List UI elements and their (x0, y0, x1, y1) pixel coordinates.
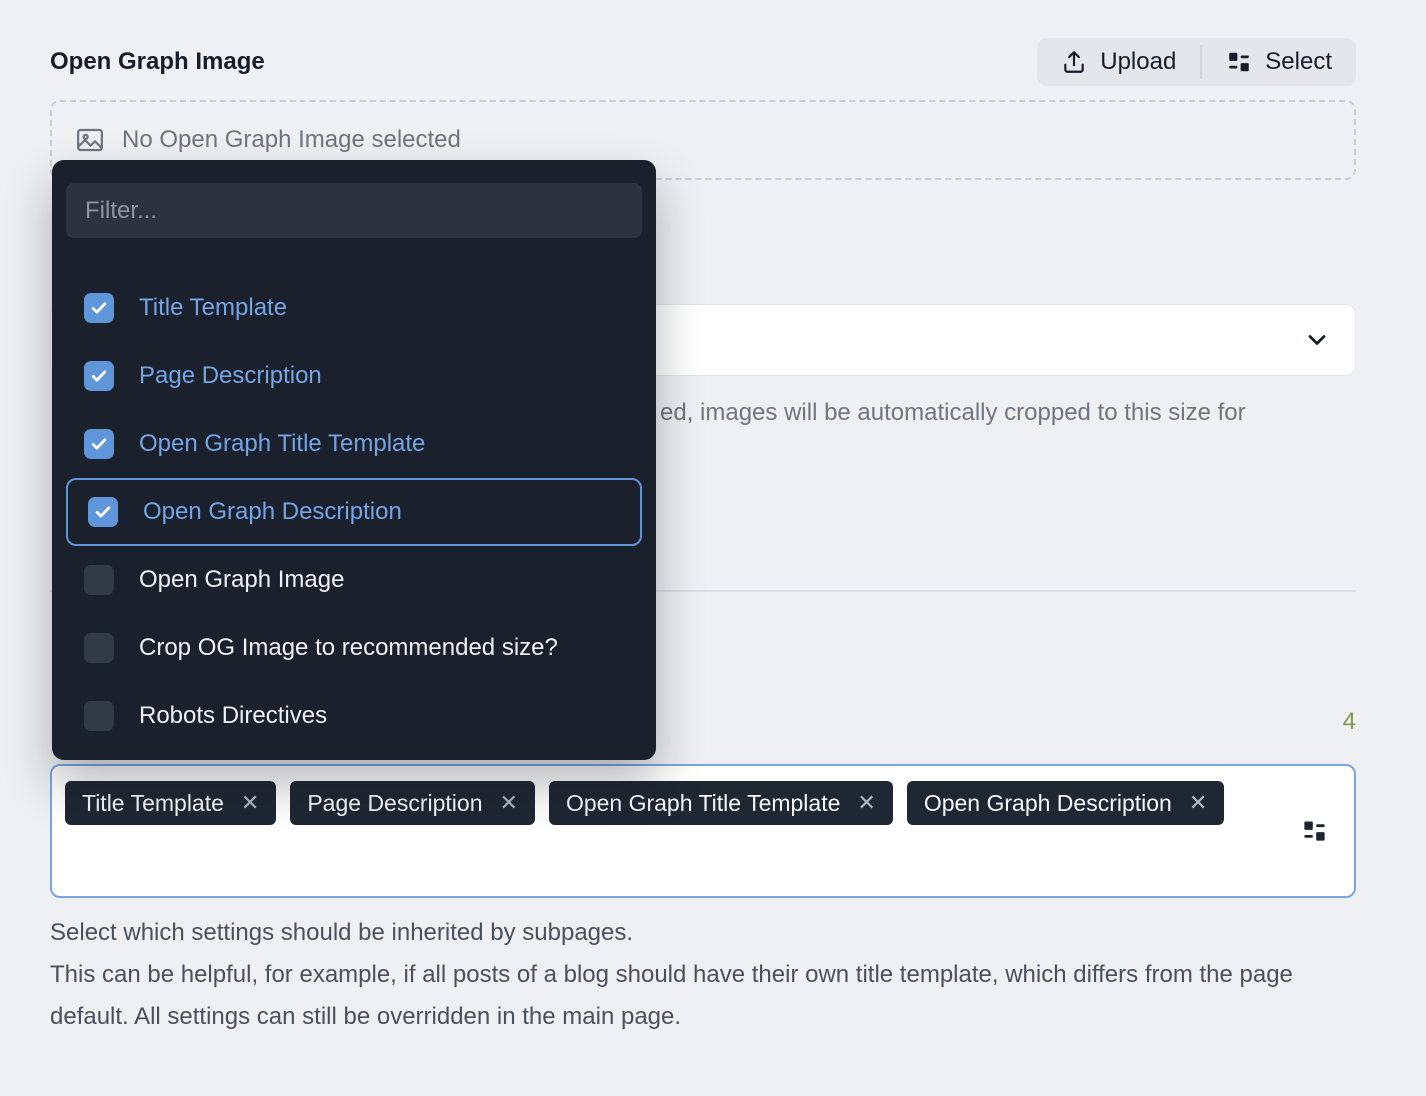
selected-tags: Title Template ✕ Page Description ✕ Open… (65, 781, 1284, 825)
select-icon (1226, 49, 1252, 75)
upload-icon (1061, 49, 1087, 75)
dropdown-option-label: Robots Directives (139, 702, 327, 730)
selected-tag-label: Open Graph Description (924, 790, 1172, 817)
instructions-line-2: This can be helpful, for example, if all… (50, 954, 1356, 1038)
settings-dropdown: Title Template Page Description Open Gra… (52, 160, 656, 760)
option-checkbox[interactable] (84, 293, 114, 323)
checkmark-icon (89, 366, 109, 386)
checkmark-icon (89, 434, 109, 454)
tag-remove-icon[interactable]: ✕ (500, 792, 518, 814)
dropdown-option-label: Title Template (139, 294, 287, 322)
filter-input[interactable] (66, 183, 642, 238)
page: Open Graph Image Upload Select No Open G… (0, 0, 1426, 1096)
checkmark-icon (89, 298, 109, 318)
selected-tag-label: Open Graph Title Template (566, 790, 840, 817)
dropdown-option[interactable]: Open Graph Image (52, 546, 656, 614)
dropdown-option[interactable]: Crop OG Image to recommended size? (52, 614, 656, 682)
select-button-label: Select (1265, 48, 1332, 76)
dropdown-options: Title Template Page Description Open Gra… (52, 274, 656, 750)
multiselect-icon[interactable] (1301, 818, 1328, 845)
selected-tag[interactable]: Open Graph Description ✕ (907, 781, 1224, 825)
checkmark-icon (93, 502, 113, 522)
tag-remove-icon[interactable]: ✕ (1189, 792, 1207, 814)
option-checkbox[interactable] (84, 565, 114, 595)
option-checkbox[interactable] (84, 361, 114, 391)
select-button[interactable]: Select (1202, 38, 1356, 86)
selected-tag-label: Page Description (307, 790, 482, 817)
option-checkbox[interactable] (88, 497, 118, 527)
option-checkbox[interactable] (84, 429, 114, 459)
dropdown-option[interactable]: Page Description (52, 342, 656, 410)
option-checkbox[interactable] (84, 633, 114, 663)
og-image-field-label: Open Graph Image (50, 48, 265, 76)
selected-tag[interactable]: Open Graph Title Template ✕ (549, 781, 893, 825)
image-icon (75, 125, 105, 155)
og-image-field-header: Open Graph Image Upload Select (50, 36, 1356, 88)
crop-hint-text: ed, images will be automatically cropped… (660, 399, 1366, 427)
field-instructions: Select which settings should be inherite… (50, 912, 1356, 1038)
selected-count: 4 (1343, 708, 1356, 736)
dropdown-option-label: Open Graph Description (143, 498, 402, 526)
selected-tag[interactable]: Title Template ✕ (65, 781, 276, 825)
dropdown-option-label: Crop OG Image to recommended size? (139, 634, 558, 662)
dropdown-option[interactable]: Open Graph Title Template (52, 410, 656, 478)
option-checkbox[interactable] (84, 701, 114, 731)
selected-tag[interactable]: Page Description ✕ (290, 781, 535, 825)
upload-button-label: Upload (1100, 48, 1176, 76)
dropdown-option[interactable]: Robots Directives (52, 682, 656, 750)
tag-remove-icon[interactable]: ✕ (857, 792, 875, 814)
dropdown-option[interactable]: Title Template (52, 274, 656, 342)
dropdown-option-label: Page Description (139, 362, 322, 390)
chevron-down-icon (1303, 326, 1331, 354)
og-image-actions: Upload Select (1037, 38, 1356, 86)
og-image-empty-text: No Open Graph Image selected (122, 126, 461, 154)
dropdown-option[interactable]: Open Graph Description (66, 478, 642, 546)
inherit-settings-field[interactable]: Title Template ✕ Page Description ✕ Open… (50, 764, 1356, 898)
dropdown-option-label: Open Graph Title Template (139, 430, 425, 458)
upload-button[interactable]: Upload (1037, 38, 1200, 86)
dropdown-option-label: Open Graph Image (139, 566, 344, 594)
tag-remove-icon[interactable]: ✕ (241, 792, 259, 814)
instructions-line-1: Select which settings should be inherite… (50, 912, 1356, 954)
selected-tag-label: Title Template (82, 790, 224, 817)
